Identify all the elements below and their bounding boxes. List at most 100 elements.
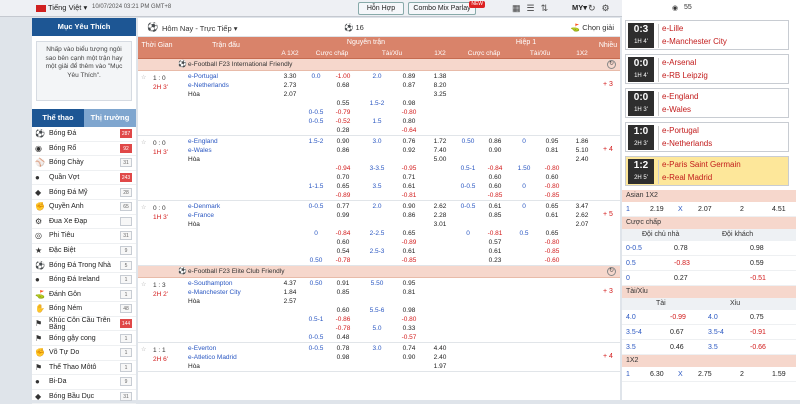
odds-value[interactable]: 4.51 (772, 202, 786, 217)
settings-icon[interactable]: ⚙ (602, 3, 616, 13)
odds-cell[interactable]: 8.20 (424, 81, 456, 90)
sort-icon[interactable]: ⇅ (541, 3, 555, 13)
odds-cell[interactable]: 0 (512, 137, 536, 146)
odds-cell[interactable]: 0-0.5 (304, 108, 328, 117)
odds-cell[interactable]: 0.86 (394, 211, 424, 220)
odds-cell[interactable]: -0.86 (328, 315, 358, 324)
odds-cell[interactable]: 0.61 (480, 247, 510, 256)
more-markets[interactable]: + 5 (603, 211, 613, 218)
odds-cell[interactable]: 1.86 (568, 137, 596, 146)
sport-row-6[interactable]: ⚙ Đua Xe Đạp (32, 215, 136, 230)
list-icon[interactable]: ☰ (527, 3, 541, 13)
odds-cell[interactable]: 0.50 (304, 279, 328, 288)
odds-type-select[interactable]: MY▾ (572, 3, 587, 12)
odds-cell[interactable]: 0-0.5 (456, 182, 480, 191)
sport-row-7[interactable]: ◎ Phi Tiêu 31 (32, 229, 136, 244)
odds-cell[interactable]: 5.0 (360, 324, 394, 333)
odds-value[interactable]: -0.91 (750, 325, 766, 340)
home-team[interactable]: e-Everton (188, 344, 216, 353)
sport-row-17[interactable]: ● Bi-Da 9 (32, 375, 136, 390)
odds-cell[interactable]: 5.00 (424, 155, 456, 164)
odds-cell[interactable]: 0.48 (328, 333, 358, 342)
sport-row-1[interactable]: ◉ Bóng Rổ 92 (32, 142, 136, 157)
odds-cell[interactable]: 0.77 (328, 202, 358, 211)
odds-cell[interactable]: -0.84 (480, 164, 510, 173)
odds-cell[interactable]: 0.23 (480, 256, 510, 265)
odds-cell[interactable]: 0.65 (536, 229, 568, 238)
odds-cell[interactable]: 0.74 (394, 344, 424, 353)
odds-cell[interactable]: 0.98 (394, 306, 424, 315)
odds-cell[interactable]: 0.0 (304, 72, 328, 81)
odds-value[interactable]: 2.75 (698, 367, 712, 382)
refresh-icon[interactable]: ↻ (607, 267, 616, 276)
odds-value[interactable]: 2.07 (698, 202, 712, 217)
star-icon[interactable]: ☆ (141, 204, 146, 211)
odds-cell[interactable]: 2.5-3 (360, 247, 394, 256)
away-team[interactable]: e-Netherlands (188, 81, 229, 90)
odds-cell[interactable]: 5.5-6 (360, 306, 394, 315)
star-icon[interactable]: ☆ (141, 139, 146, 146)
sport-row-3[interactable]: ● Quần Vợt 243 (32, 171, 136, 186)
odds-cell[interactable]: -0.89 (328, 191, 358, 200)
odds-cell[interactable]: -0.80 (536, 182, 568, 191)
odds-cell[interactable]: 0.81 (394, 288, 424, 297)
home-team[interactable]: e-England (188, 137, 218, 146)
odds-cell[interactable]: 2.62 (568, 211, 596, 220)
odds-cell[interactable]: 2.62 (424, 202, 456, 211)
sport-row-18[interactable]: ◆ Bóng Bầu Dục 31 (32, 390, 136, 404)
odds-cell[interactable]: 1.38 (424, 72, 456, 81)
odds-cell[interactable]: 1.5-2 (304, 137, 328, 146)
sport-row-11[interactable]: ⛳ Đánh Gôn 1 (32, 288, 136, 303)
odds-cell[interactable]: 0.86 (480, 137, 510, 146)
sport-row-12[interactable]: ✋ Bóng Ném 48 (32, 302, 136, 317)
odds-cell[interactable]: 4.40 (424, 344, 456, 353)
odds-cell[interactable]: 0.60 (328, 238, 358, 247)
odds-cell[interactable]: 0.54 (328, 247, 358, 256)
grid-icon[interactable]: ▦ (512, 3, 527, 13)
odds-cell[interactable]: -0.80 (536, 238, 568, 247)
odds-cell[interactable]: 2.40 (424, 353, 456, 362)
odds-cell[interactable]: 1.72 (424, 137, 456, 146)
odds-value[interactable]: 0 (626, 271, 630, 286)
odds-cell[interactable]: 1.5 (360, 117, 394, 126)
odds-cell[interactable]: -0.95 (394, 164, 424, 173)
odds-cell[interactable]: 0-0.5 (304, 117, 328, 126)
language-selector[interactable]: Tiếng Việt ▾ (36, 3, 87, 12)
odds-cell[interactable]: -0.80 (536, 164, 568, 173)
odds-cell[interactable]: 1-1.5 (304, 182, 328, 191)
odds-cell[interactable]: 0.90 (328, 137, 358, 146)
odds-cell[interactable]: -0.78 (328, 324, 358, 333)
odds-cell[interactable]: 0.89 (394, 72, 424, 81)
odds-cell[interactable]: 2.40 (568, 155, 596, 164)
odds-cell[interactable]: -0.80 (394, 315, 424, 324)
odds-cell[interactable]: 0.98 (328, 353, 358, 362)
odds-cell[interactable]: 7.40 (424, 146, 456, 155)
odds-value[interactable]: 4.0 (708, 310, 718, 325)
more-markets[interactable]: + 3 (603, 81, 613, 88)
refresh-icon[interactable]: ↻ (607, 60, 616, 69)
odds-cell[interactable]: -0.81 (394, 191, 424, 200)
odds-cell[interactable]: 1.84 (276, 288, 304, 297)
odds-cell[interactable]: 0.95 (536, 137, 568, 146)
odds-cell[interactable]: 0.65 (328, 182, 358, 191)
home-team[interactable]: e-Portugal (188, 72, 218, 81)
odds-cell[interactable]: -0.79 (328, 108, 358, 117)
odds-value[interactable]: 3.5-4 (626, 325, 642, 340)
odds-cell[interactable]: -0.52 (328, 117, 358, 126)
odds-value[interactable]: 6.30 (650, 367, 664, 382)
odds-cell[interactable]: 3.47 (568, 202, 596, 211)
sport-row-8[interactable]: ★ Đặc Biệt 9 (32, 244, 136, 259)
odds-cell[interactable]: 0.60 (480, 173, 510, 182)
odds-value[interactable]: 0-0.5 (626, 241, 642, 256)
odds-cell[interactable]: 0.85 (480, 211, 510, 220)
pick-league-button[interactable]: ⛳ Chọn giải (571, 23, 614, 32)
odds-cell[interactable]: 0.61 (394, 247, 424, 256)
odds-cell[interactable]: 2.0 (360, 72, 394, 81)
odds-value[interactable]: -0.66 (750, 340, 766, 355)
sport-row-4[interactable]: ◆ Bóng Đá Mỹ 28 (32, 185, 136, 200)
live-score-card[interactable]: 1:0 2H 3' e-Portugal e-Netherlands (625, 122, 789, 152)
odds-cell[interactable]: 0.80 (394, 117, 424, 126)
away-team[interactable]: e-Atletico Madrid (188, 353, 237, 362)
odds-cell[interactable]: 3.30 (276, 72, 304, 81)
odds-value[interactable]: 0.75 (750, 310, 764, 325)
